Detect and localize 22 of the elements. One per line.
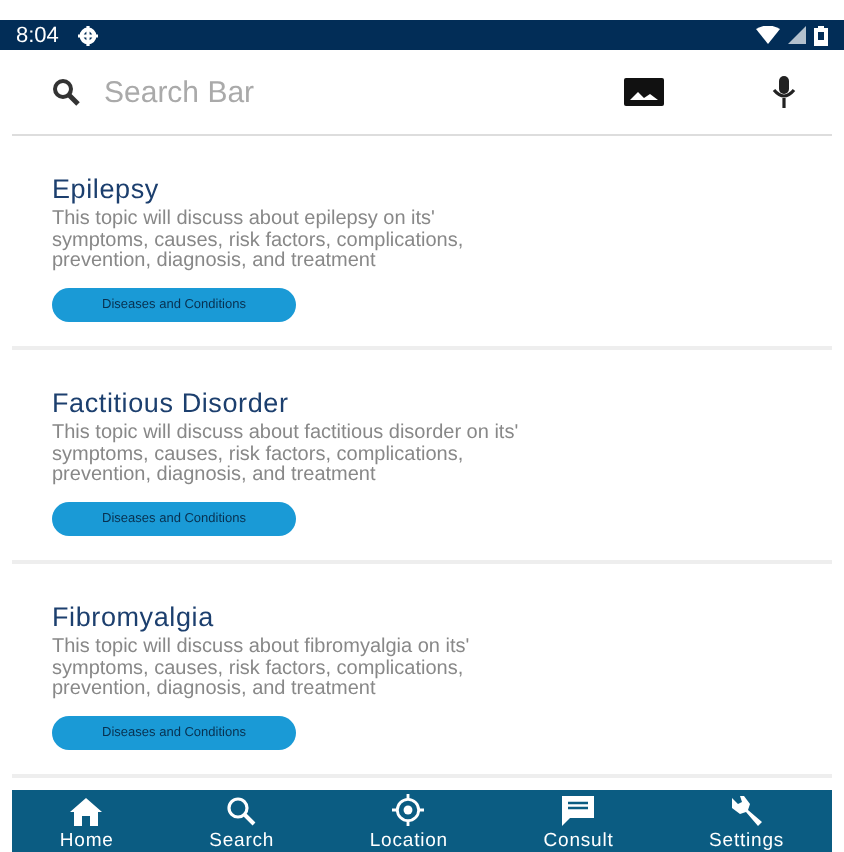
location-icon bbox=[390, 794, 427, 826]
nav-tab[interactable]: Search bbox=[201, 790, 283, 852]
topic-description: This topic will discuss about factitious disorder on its' symptoms, causes, risk factors, complications, prevention, diagnosis, and treatment bbox=[52, 424, 521, 487]
topic-title[interactable]: Factitious Disorder bbox=[52, 388, 832, 418]
signal-icon bbox=[788, 26, 806, 44]
topic-title[interactable]: Epilepsy bbox=[52, 174, 832, 204]
home-icon bbox=[70, 798, 103, 826]
image-icon[interactable] bbox=[624, 78, 664, 106]
topic-description: This topic will discuss about epilepsy on its' symptoms, causes, risk factors, complications, prevention, diagnosis, and treatment bbox=[52, 210, 466, 273]
search-icon bbox=[225, 796, 258, 826]
topic-description: This topic will discuss about fibromyalgia on its' symptoms, causes, risk factors, complications, prevention, diagnosis, and treatment bbox=[52, 638, 472, 701]
nav-tab[interactable]: Home bbox=[51, 790, 122, 852]
nav-tab[interactable]: Location bbox=[361, 790, 456, 852]
wifi-icon bbox=[756, 26, 780, 44]
nav-tab[interactable]: Consult bbox=[535, 790, 622, 852]
battery-icon bbox=[814, 25, 828, 45]
topic-title[interactable]: Fibromyalgia bbox=[52, 602, 832, 632]
wrench-icon bbox=[728, 794, 765, 826]
search-icon[interactable] bbox=[52, 78, 80, 106]
nav-tab[interactable]: Settings bbox=[701, 790, 793, 852]
microphone-icon[interactable] bbox=[772, 76, 796, 108]
status-time: 8:04 bbox=[16, 23, 59, 47]
